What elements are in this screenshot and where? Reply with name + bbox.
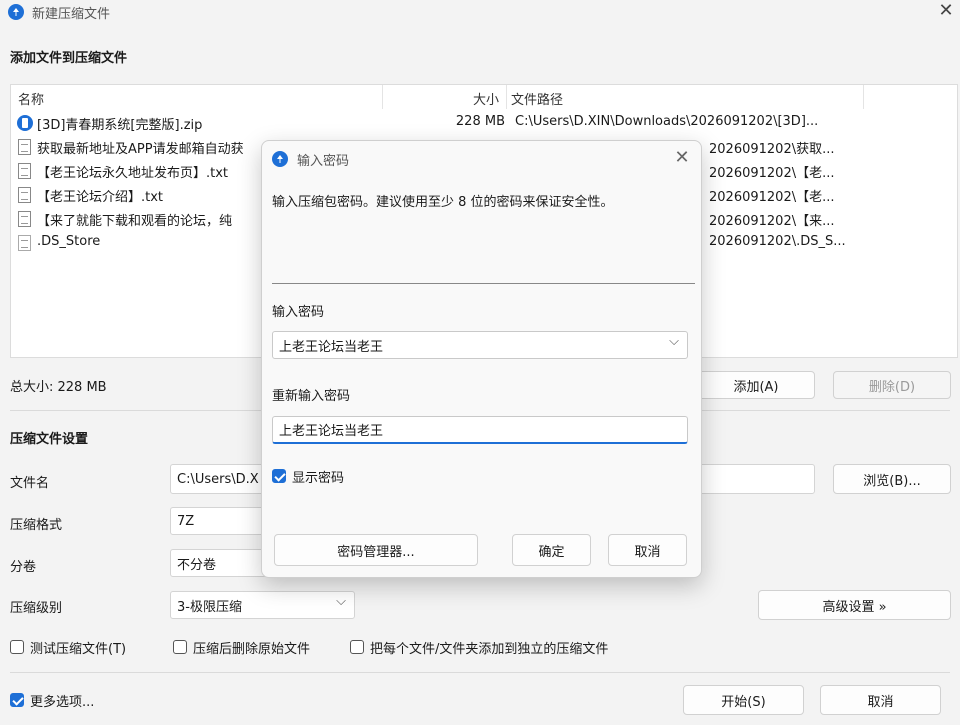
- column-separator[interactable]: [506, 85, 507, 109]
- file-name: [3D]青春期系统[完整版].zip: [37, 118, 203, 133]
- text-file-icon: [17, 210, 33, 228]
- zip-archive-icon: [17, 114, 33, 132]
- format-label: 压缩格式: [10, 518, 63, 533]
- column-separator[interactable]: [863, 85, 864, 109]
- level-value: 3-极限压缩: [177, 599, 242, 615]
- column-separator[interactable]: [382, 85, 383, 109]
- level-label: 压缩级别: [10, 601, 63, 616]
- file-name: 【老王论坛介绍】.txt: [37, 190, 164, 205]
- window-close-icon[interactable]: ✕: [935, 0, 957, 22]
- browse-button[interactable]: 浏览(B)...: [833, 464, 951, 494]
- file-row[interactable]: [3D]青春期系统[完整版].zip 228 MB C:\Users\D.XIN…: [17, 111, 917, 135]
- show-password-label[interactable]: 显示密码: [292, 467, 344, 486]
- dialog-close-icon[interactable]: ✕: [671, 147, 693, 169]
- more-options-checkbox[interactable]: [10, 693, 24, 707]
- advanced-settings-button[interactable]: 高级设置 »: [758, 590, 951, 620]
- filename-label: 文件名: [10, 476, 50, 491]
- file-path: 2026091202\.DS_S...: [709, 234, 846, 249]
- text-file-icon: [17, 162, 33, 180]
- files-section-title: 添加文件到压缩文件: [10, 51, 128, 66]
- delete-after-label[interactable]: 压缩后删除原始文件: [193, 638, 310, 657]
- test-archive-label[interactable]: 测试压缩文件(T): [30, 638, 126, 657]
- separate-archives-label[interactable]: 把每个文件/文件夹添加到独立的压缩文件: [370, 638, 608, 657]
- file-name: 【老王论坛永久地址发布页】.txt: [37, 166, 229, 181]
- file-path: 2026091202\获取...: [709, 142, 835, 157]
- volume-label: 分卷: [10, 560, 37, 575]
- file-name: .DS_Store: [37, 234, 101, 249]
- total-size: 总大小: 228 MB: [10, 380, 107, 395]
- file-name: 【来了就能下载和观看的论坛，纯: [37, 214, 233, 229]
- ok-button[interactable]: 确定: [512, 534, 591, 566]
- file-name: 获取最新地址及APP请发邮箱自动获: [37, 142, 244, 157]
- blank-file-icon: [17, 234, 33, 252]
- dialog-separator: [272, 283, 695, 284]
- file-path: 2026091202\【老...: [709, 166, 835, 181]
- password-label: 输入密码: [272, 305, 325, 320]
- app-logo-icon: [272, 151, 288, 167]
- separate-archives-checkbox[interactable]: [350, 640, 364, 654]
- app-logo-icon: [8, 4, 24, 20]
- confirm-password-label: 重新输入密码: [272, 389, 351, 404]
- dialog-title: 输入密码: [297, 154, 350, 169]
- text-file-icon: [17, 186, 33, 204]
- column-header-path[interactable]: 文件路径: [511, 89, 563, 108]
- test-archive-checkbox[interactable]: [10, 640, 24, 654]
- file-path: C:\Users\D.XIN\Downloads\2026091202\[3D]…: [515, 114, 819, 129]
- text-file-icon: [17, 138, 33, 156]
- dialog-description: 输入压缩包密码。建议使用至少 8 位的密码来保证安全性。: [272, 195, 614, 210]
- start-button[interactable]: 开始(S): [683, 685, 804, 715]
- confirm-password-input[interactable]: 上老王论坛当老王: [272, 416, 688, 444]
- title-bar: 新建压缩文件 ✕: [0, 0, 960, 24]
- password-dialog: 输入密码 ✕ 输入压缩包密码。建议使用至少 8 位的密码来保证安全性。 输入密码…: [261, 140, 702, 578]
- file-size: 228 MB: [455, 114, 505, 129]
- file-path: 2026091202\【来...: [709, 214, 835, 229]
- footer-divider: [10, 672, 950, 673]
- settings-section-title: 压缩文件设置: [10, 432, 89, 447]
- delete-button[interactable]: 删除(D): [833, 371, 951, 399]
- add-button[interactable]: 添加(A): [697, 371, 815, 399]
- confirm-password-value: 上老王论坛当老王: [279, 424, 384, 439]
- window-title: 新建压缩文件: [32, 7, 111, 22]
- password-manager-button[interactable]: 密码管理器...: [274, 534, 478, 566]
- level-select[interactable]: 3-极限压缩: [170, 591, 355, 619]
- file-path: 2026091202\【老...: [709, 190, 835, 205]
- password-input[interactable]: 上老王论坛当老王: [272, 331, 688, 359]
- password-value: 上老王论坛当老王: [279, 339, 384, 355]
- column-header-size[interactable]: 大小: [431, 89, 499, 108]
- more-options-label[interactable]: 更多选项...: [30, 691, 94, 710]
- dialog-cancel-button[interactable]: 取消: [608, 534, 687, 566]
- show-password-checkbox[interactable]: [272, 469, 286, 483]
- delete-after-checkbox[interactable]: [173, 640, 187, 654]
- volume-value: 不分卷: [177, 557, 217, 573]
- cancel-button[interactable]: 取消: [820, 685, 941, 715]
- format-value: 7Z: [177, 513, 195, 529]
- column-header-name[interactable]: 名称: [18, 89, 44, 108]
